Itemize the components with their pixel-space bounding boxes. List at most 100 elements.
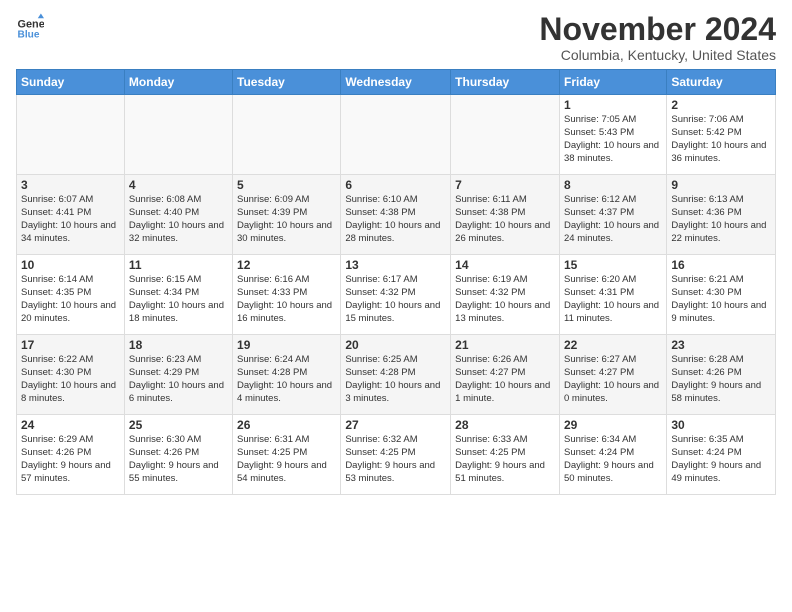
day-number: 15 [564, 258, 662, 272]
day-info: Sunrise: 6:12 AM Sunset: 4:37 PM Dayligh… [564, 194, 662, 245]
calendar-cell: 1 Sunrise: 7:05 AM Sunset: 5:43 PM Daylig… [559, 95, 666, 175]
day-of-week-header: Tuesday [233, 70, 341, 95]
calendar-cell: 10 Sunrise: 6:14 AM Sunset: 4:35 PM Dayli… [17, 255, 125, 335]
day-of-week-header: Monday [124, 70, 232, 95]
day-of-week-header: Friday [559, 70, 666, 95]
day-info: Sunrise: 6:23 AM Sunset: 4:29 PM Dayligh… [129, 354, 228, 405]
calendar-cell: 15 Sunrise: 6:20 AM Sunset: 4:31 PM Dayli… [559, 255, 666, 335]
day-number: 11 [129, 258, 228, 272]
calendar-cell: 25 Sunrise: 6:30 AM Sunset: 4:26 PM Dayli… [124, 415, 232, 495]
day-number: 4 [129, 178, 228, 192]
day-info: Sunrise: 6:16 AM Sunset: 4:33 PM Dayligh… [237, 274, 336, 325]
day-info: Sunrise: 6:15 AM Sunset: 4:34 PM Dayligh… [129, 274, 228, 325]
day-number: 6 [345, 178, 446, 192]
page: General Blue November 2024 Columbia, Ken… [0, 0, 792, 507]
day-number: 7 [455, 178, 555, 192]
calendar-cell: 7 Sunrise: 6:11 AM Sunset: 4:38 PM Daylig… [451, 175, 560, 255]
day-of-week-header: Thursday [451, 70, 560, 95]
day-number: 22 [564, 338, 662, 352]
day-info: Sunrise: 6:20 AM Sunset: 4:31 PM Dayligh… [564, 274, 662, 325]
calendar-cell: 19Sunrise: 6:24 AM Sunset: 4:28 PM Dayli… [233, 335, 341, 415]
day-number: 13 [345, 258, 446, 272]
month-title: November 2024 [539, 12, 776, 47]
day-info: Sunrise: 6:25 AM Sunset: 4:28 PM Dayligh… [345, 354, 446, 405]
day-number: 18 [129, 338, 228, 352]
calendar-cell: 13 Sunrise: 6:17 AM Sunset: 4:32 PM Dayli… [341, 255, 451, 335]
calendar-cell: 27 Sunrise: 6:32 AM Sunset: 4:25 PM Dayli… [341, 415, 451, 495]
calendar-cell: 30Sunrise: 6:35 AM Sunset: 4:24 PM Dayli… [667, 415, 776, 495]
day-info: Sunrise: 6:07 AM Sunset: 4:41 PM Dayligh… [21, 194, 120, 245]
calendar-cell: 20 Sunrise: 6:25 AM Sunset: 4:28 PM Dayli… [341, 335, 451, 415]
day-info: Sunrise: 7:05 AM Sunset: 5:43 PM Dayligh… [564, 114, 662, 165]
day-info: Sunrise: 6:11 AM Sunset: 4:38 PM Dayligh… [455, 194, 555, 245]
calendar-cell: 24 Sunrise: 6:29 AM Sunset: 4:26 PM Dayli… [17, 415, 125, 495]
calendar-cell: 8Sunrise: 6:12 AM Sunset: 4:37 PM Daylig… [559, 175, 666, 255]
day-number: 2 [671, 98, 771, 112]
day-info: Sunrise: 7:06 AM Sunset: 5:42 PM Dayligh… [671, 114, 771, 165]
day-info: Sunrise: 6:34 AM Sunset: 4:24 PM Dayligh… [564, 434, 662, 485]
day-number: 12 [237, 258, 336, 272]
day-number: 10 [21, 258, 120, 272]
calendar-cell [124, 95, 232, 175]
calendar-cell: 4 Sunrise: 6:08 AM Sunset: 4:40 PM Daylig… [124, 175, 232, 255]
day-number: 16 [671, 258, 771, 272]
day-number: 23 [671, 338, 771, 352]
calendar-cell [17, 95, 125, 175]
calendar-cell: 17 Sunrise: 6:22 AM Sunset: 4:30 PM Dayli… [17, 335, 125, 415]
calendar-cell: 6 Sunrise: 6:10 AM Sunset: 4:38 PM Daylig… [341, 175, 451, 255]
calendar-cell: 28Sunrise: 6:33 AM Sunset: 4:25 PM Dayli… [451, 415, 560, 495]
title-block: November 2024 Columbia, Kentucky, United… [539, 12, 776, 63]
day-info: Sunrise: 6:32 AM Sunset: 4:25 PM Dayligh… [345, 434, 446, 485]
day-info: Sunrise: 6:27 AM Sunset: 4:27 PM Dayligh… [564, 354, 662, 405]
day-info: Sunrise: 6:22 AM Sunset: 4:30 PM Dayligh… [21, 354, 120, 405]
day-info: Sunrise: 6:35 AM Sunset: 4:24 PM Dayligh… [671, 434, 771, 485]
logo-icon: General Blue [16, 12, 44, 40]
calendar-cell: 16 Sunrise: 6:21 AM Sunset: 4:30 PM Dayli… [667, 255, 776, 335]
day-number: 20 [345, 338, 446, 352]
calendar-cell: 23Sunrise: 6:28 AM Sunset: 4:26 PM Dayli… [667, 335, 776, 415]
day-info: Sunrise: 6:24 AM Sunset: 4:28 PM Dayligh… [237, 354, 336, 405]
calendar-cell: 12 Sunrise: 6:16 AM Sunset: 4:33 PM Dayli… [233, 255, 341, 335]
day-number: 21 [455, 338, 555, 352]
day-info: Sunrise: 6:33 AM Sunset: 4:25 PM Dayligh… [455, 434, 555, 485]
calendar-cell [341, 95, 451, 175]
day-info: Sunrise: 6:19 AM Sunset: 4:32 PM Dayligh… [455, 274, 555, 325]
calendar-cell: 22 Sunrise: 6:27 AM Sunset: 4:27 PM Dayli… [559, 335, 666, 415]
day-number: 17 [21, 338, 120, 352]
day-info: Sunrise: 6:30 AM Sunset: 4:26 PM Dayligh… [129, 434, 228, 485]
calendar-cell: 5 Sunrise: 6:09 AM Sunset: 4:39 PM Daylig… [233, 175, 341, 255]
day-number: 9 [671, 178, 771, 192]
svg-text:Blue: Blue [18, 30, 40, 40]
calendar-cell: 26 Sunrise: 6:31 AM Sunset: 4:25 PM Dayli… [233, 415, 341, 495]
location: Columbia, Kentucky, United States [539, 47, 776, 63]
calendar-cell: 21 Sunrise: 6:26 AM Sunset: 4:27 PM Dayli… [451, 335, 560, 415]
day-info: Sunrise: 6:26 AM Sunset: 4:27 PM Dayligh… [455, 354, 555, 405]
day-info: Sunrise: 6:29 AM Sunset: 4:26 PM Dayligh… [21, 434, 120, 485]
day-info: Sunrise: 6:21 AM Sunset: 4:30 PM Dayligh… [671, 274, 771, 325]
calendar-cell: 29 Sunrise: 6:34 AM Sunset: 4:24 PM Dayli… [559, 415, 666, 495]
day-number: 26 [237, 418, 336, 432]
day-info: Sunrise: 6:09 AM Sunset: 4:39 PM Dayligh… [237, 194, 336, 245]
day-number: 29 [564, 418, 662, 432]
calendar-cell: 2 Sunrise: 7:06 AM Sunset: 5:42 PM Daylig… [667, 95, 776, 175]
calendar-table: SundayMondayTuesdayWednesdayThursdayFrid… [16, 69, 776, 495]
day-info: Sunrise: 6:14 AM Sunset: 4:35 PM Dayligh… [21, 274, 120, 325]
day-number: 25 [129, 418, 228, 432]
svg-text:General: General [18, 19, 44, 31]
header: General Blue November 2024 Columbia, Ken… [16, 12, 776, 63]
calendar-cell: 9Sunrise: 6:13 AM Sunset: 4:36 PM Daylig… [667, 175, 776, 255]
day-number: 14 [455, 258, 555, 272]
day-number: 24 [21, 418, 120, 432]
day-info: Sunrise: 6:31 AM Sunset: 4:25 PM Dayligh… [237, 434, 336, 485]
day-number: 5 [237, 178, 336, 192]
logo: General Blue [16, 12, 44, 40]
day-number: 27 [345, 418, 446, 432]
day-number: 3 [21, 178, 120, 192]
day-number: 1 [564, 98, 662, 112]
calendar-cell [451, 95, 560, 175]
calendar-cell: 14 Sunrise: 6:19 AM Sunset: 4:32 PM Dayli… [451, 255, 560, 335]
day-info: Sunrise: 6:10 AM Sunset: 4:38 PM Dayligh… [345, 194, 446, 245]
day-info: Sunrise: 6:08 AM Sunset: 4:40 PM Dayligh… [129, 194, 228, 245]
calendar-cell: 18 Sunrise: 6:23 AM Sunset: 4:29 PM Dayli… [124, 335, 232, 415]
day-info: Sunrise: 6:17 AM Sunset: 4:32 PM Dayligh… [345, 274, 446, 325]
